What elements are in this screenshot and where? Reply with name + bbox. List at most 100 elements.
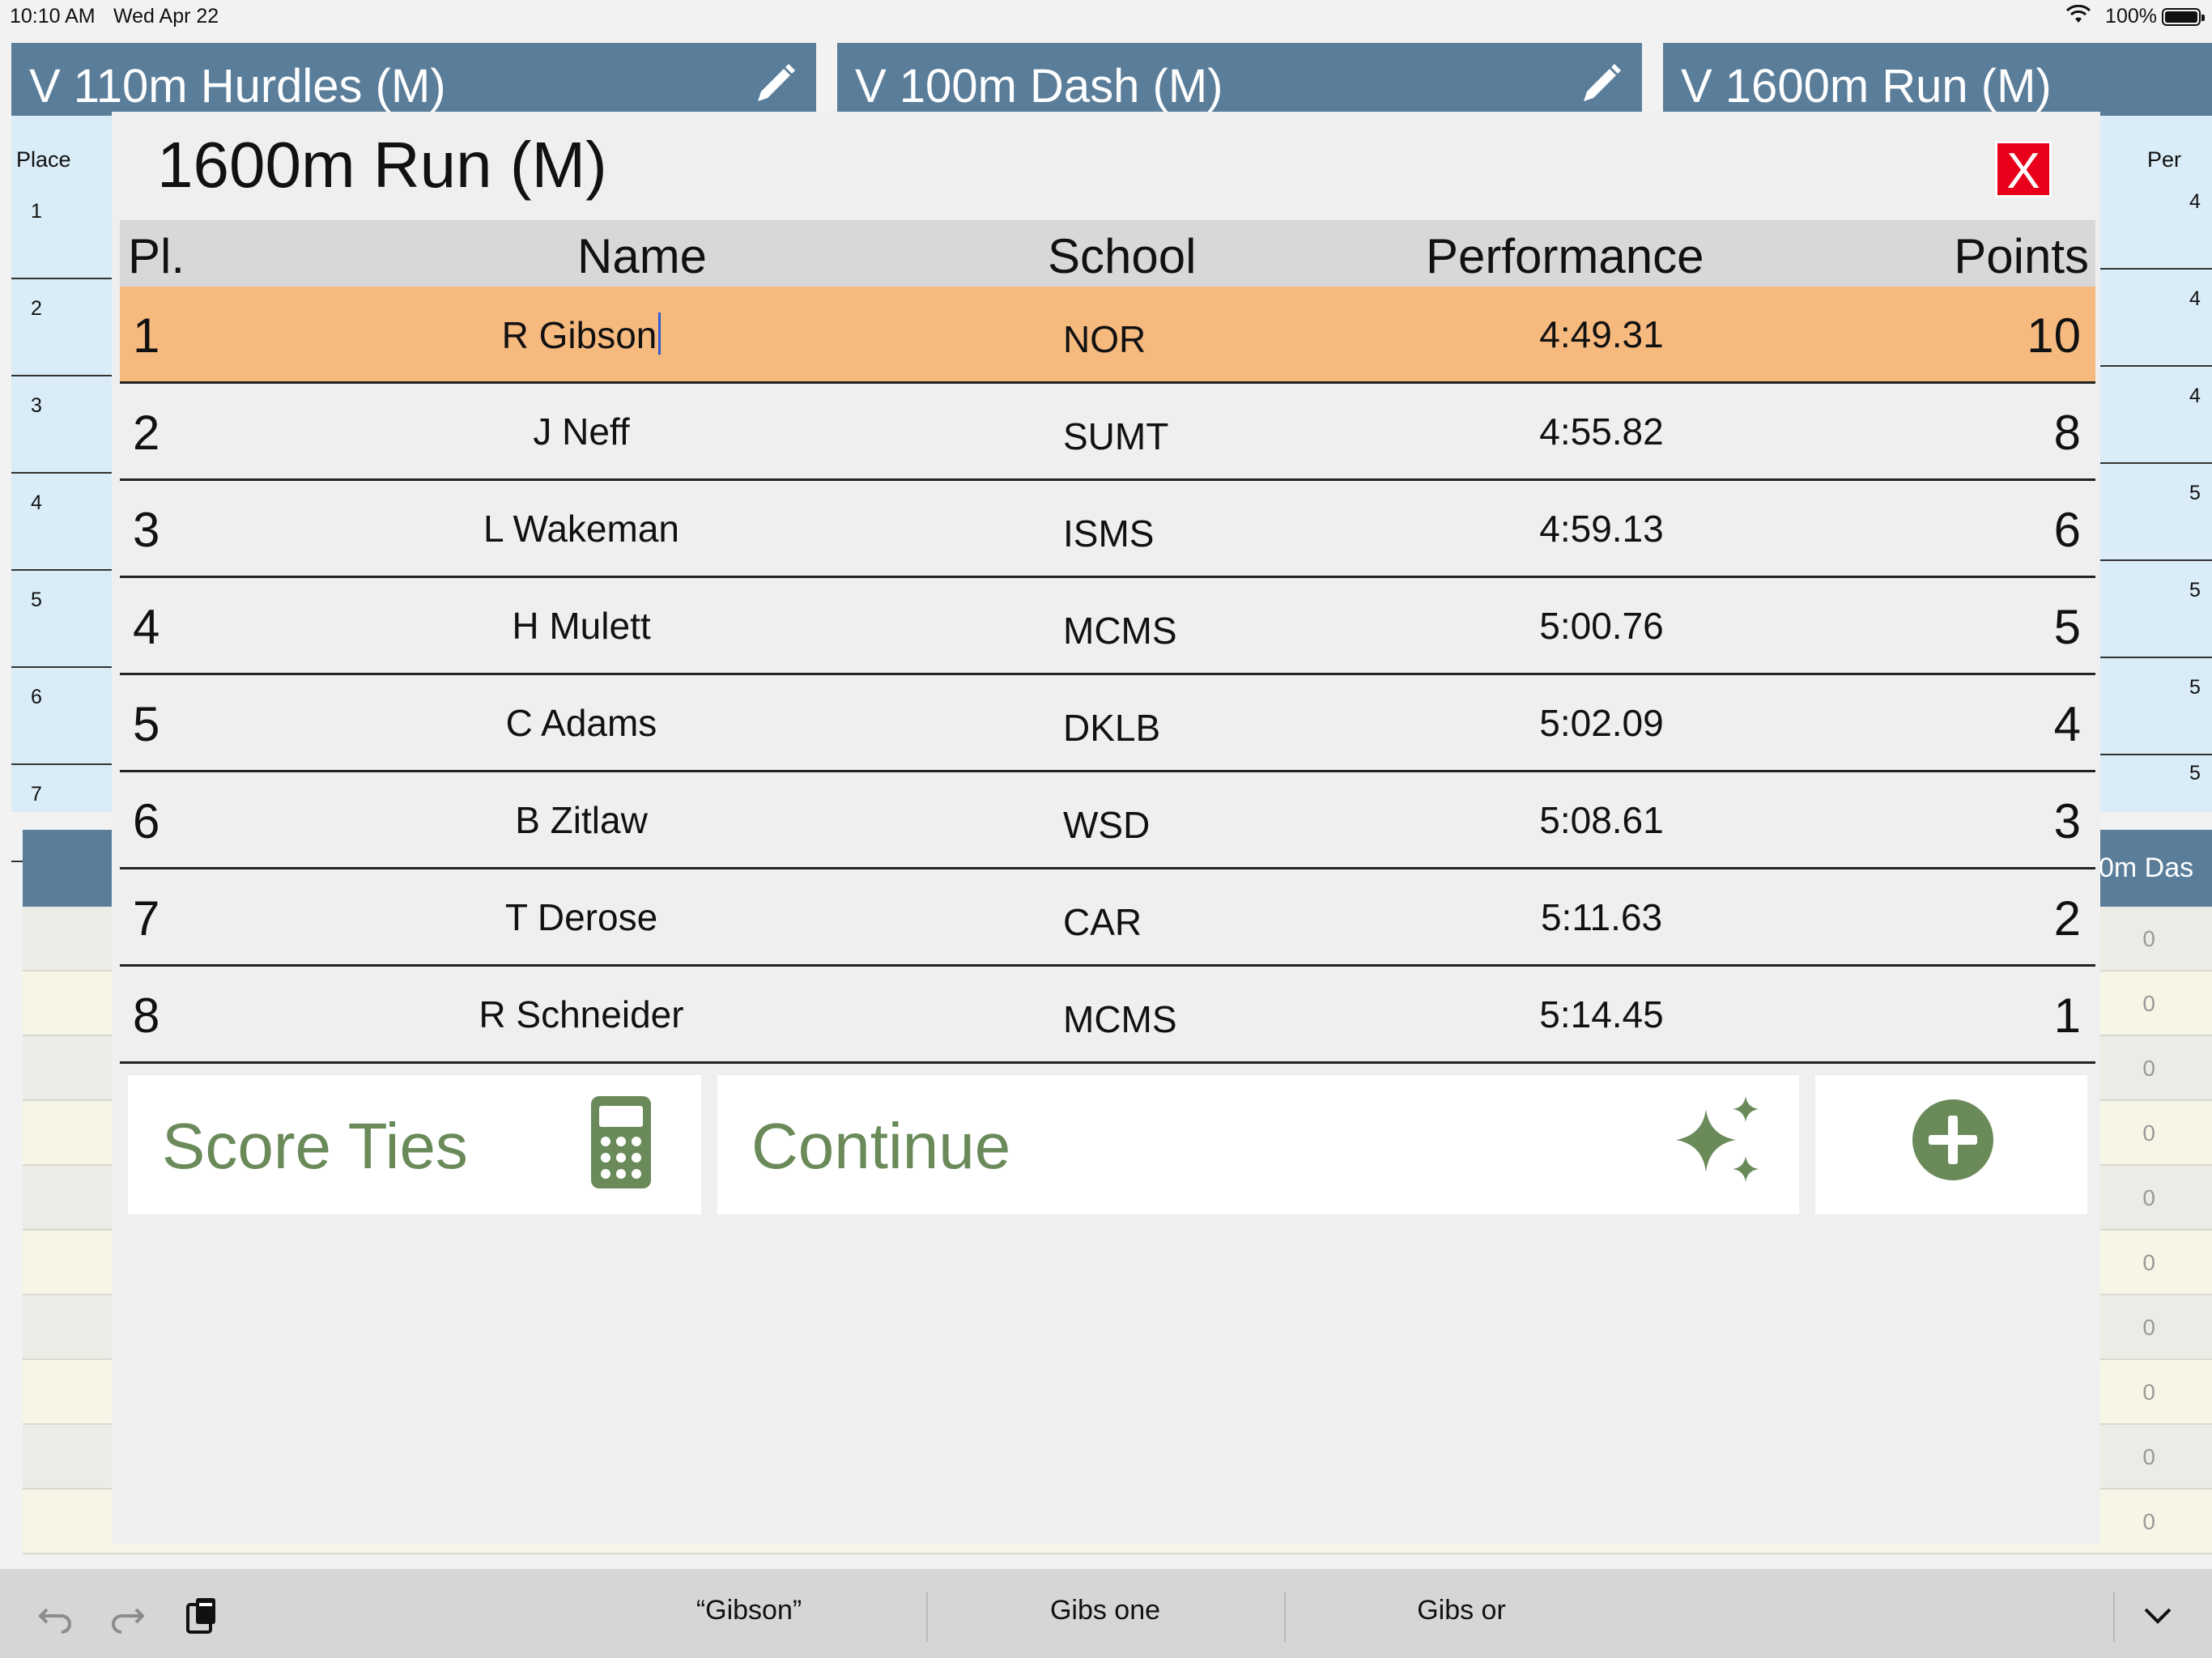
battery-icon xyxy=(2162,8,2205,26)
column-header-name: Name xyxy=(577,229,708,283)
row-performance[interactable]: 4:55.82 xyxy=(1456,410,1747,453)
row-school[interactable]: WSD xyxy=(1063,803,1150,847)
row-name-input[interactable]: R Gibson xyxy=(428,312,735,357)
event-panel-header[interactable]: V 100m Dash (M) xyxy=(837,43,1642,116)
row-name: R Gibson xyxy=(501,314,657,356)
scores-grid-header-label: 0m Das xyxy=(2099,852,2194,883)
column-header-place: Pl. xyxy=(128,229,185,283)
row-name[interactable]: T Derose xyxy=(428,895,735,939)
row-school[interactable]: ISMS xyxy=(1063,512,1154,555)
row-points[interactable]: 2 xyxy=(2054,891,2081,946)
performance-cell: 5 xyxy=(2189,762,2201,784)
row-place: 4 xyxy=(133,600,160,654)
row-name[interactable]: J Neff xyxy=(428,410,735,453)
suggestion-2[interactable]: Gibs one xyxy=(988,1595,1223,1626)
row-performance[interactable]: 5:11.63 xyxy=(1456,895,1747,939)
table-row[interactable]: 7 T Derose CAR 5:11.63 2 xyxy=(120,869,2095,967)
row-points[interactable]: 3 xyxy=(2054,793,2081,849)
suggestion-divider xyxy=(926,1592,928,1642)
suggestion-divider xyxy=(1284,1592,1286,1642)
row-place: 3 xyxy=(133,503,160,557)
suggestion-1[interactable]: “Gibson” xyxy=(648,1595,850,1626)
performance-cell: 4 xyxy=(2100,367,2212,464)
grid-value: 0 xyxy=(2142,926,2155,951)
table-row[interactable]: 6 B Zitlaw WSD 5:08.61 3 xyxy=(120,772,2095,869)
row-performance[interactable]: 5:14.45 xyxy=(1456,993,1747,1036)
row-performance[interactable]: 4:59.13 xyxy=(1456,507,1747,551)
row-points[interactable]: 6 xyxy=(2054,502,2081,558)
table-row[interactable]: 1 R Gibson NOR 4:49.31 10 xyxy=(120,287,2095,384)
pencil-icon[interactable] xyxy=(1577,62,1623,108)
status-time: 10:10 AM xyxy=(10,5,96,28)
event-panel-title: V 100m Dash (M) xyxy=(855,60,1223,113)
row-performance[interactable]: 4:49.31 xyxy=(1456,312,1747,356)
score-ties-label: Score Ties xyxy=(162,1110,468,1182)
table-row[interactable]: 5 C Adams DKLB 5:02.09 4 xyxy=(120,675,2095,772)
score-ties-button[interactable]: Score Ties xyxy=(128,1075,701,1214)
row-school[interactable]: NOR xyxy=(1063,317,1146,361)
suggestion-3[interactable]: Gibs or xyxy=(1344,1595,1579,1626)
row-place: 1 xyxy=(133,308,160,363)
row-name[interactable]: L Wakeman xyxy=(428,507,735,551)
row-points[interactable]: 8 xyxy=(2054,405,2081,461)
add-button[interactable] xyxy=(1815,1075,2087,1214)
close-button[interactable]: X xyxy=(1995,141,2052,199)
wifi-icon xyxy=(2065,4,2091,30)
results-modal: 1600m Run (M) X Pl. Name School Performa… xyxy=(112,112,2100,1545)
table-row[interactable]: 3 L Wakeman ISMS 4:59.13 6 xyxy=(120,481,2095,578)
performance-cell: 4 xyxy=(2100,172,2212,270)
row-performance[interactable]: 5:08.61 xyxy=(1456,798,1747,842)
text-caret xyxy=(658,312,661,355)
battery-percent: 100% xyxy=(2105,5,2157,28)
plus-circle-icon xyxy=(1912,1099,1993,1180)
undo-icon[interactable] xyxy=(36,1595,76,1635)
sparkles-icon xyxy=(1676,1096,1759,1182)
pencil-icon[interactable] xyxy=(751,62,797,108)
keyboard-suggestion-bar: “Gibson” Gibs one Gibs or xyxy=(0,1569,2212,1658)
performance-cell: 5 xyxy=(2100,658,2212,755)
row-school[interactable]: SUMT xyxy=(1063,414,1168,458)
grid-value: 0 xyxy=(2142,1056,2155,1081)
row-school[interactable]: MCMS xyxy=(1063,997,1177,1041)
paste-icon[interactable] xyxy=(181,1595,222,1635)
row-place: 6 xyxy=(133,794,160,848)
row-name[interactable]: H Mulett xyxy=(428,604,735,648)
row-school[interactable]: MCMS xyxy=(1063,609,1177,653)
place-cell: 3 xyxy=(11,376,112,474)
grid-value: 0 xyxy=(2142,1185,2155,1210)
table-row[interactable]: 8 R Schneider MCMS 5:14.45 1 xyxy=(120,967,2095,1064)
status-bar: 10:10 AM Wed Apr 22 100% xyxy=(0,0,2212,34)
redo-icon[interactable] xyxy=(107,1595,147,1635)
column-header-points: Points xyxy=(1954,229,2089,283)
performance-column: Per 4 4 4 5 5 5 5 xyxy=(2100,138,2212,788)
performance-cell: 5 xyxy=(2100,464,2212,561)
row-place: 7 xyxy=(133,891,160,946)
performance-column-header: Per xyxy=(2147,147,2182,172)
row-performance[interactable]: 5:00.76 xyxy=(1456,604,1747,648)
row-performance[interactable]: 5:02.09 xyxy=(1456,701,1747,745)
place-cell: 4 xyxy=(11,474,112,571)
row-name[interactable]: B Zitlaw xyxy=(428,798,735,842)
event-panel-header[interactable]: V 1600m Run (M) xyxy=(1663,43,2212,116)
calculator-icon xyxy=(591,1096,651,1188)
event-panel-title: V 110m Hurdles (M) xyxy=(29,60,446,113)
row-points[interactable]: 1 xyxy=(2054,988,2081,1044)
table-row[interactable]: 2 J Neff SUMT 4:55.82 8 xyxy=(120,384,2095,481)
table-row[interactable]: 4 H Mulett MCMS 5:00.76 5 xyxy=(120,578,2095,675)
grid-value: 0 xyxy=(2142,1444,2155,1469)
place-column-header: Place xyxy=(16,147,71,172)
row-points[interactable]: 4 xyxy=(2054,696,2081,752)
continue-button[interactable]: Continue xyxy=(717,1075,1799,1214)
place-cell: 2 xyxy=(11,279,112,376)
row-name[interactable]: C Adams xyxy=(428,701,735,745)
row-school[interactable]: CAR xyxy=(1063,900,1142,944)
suggestion-divider xyxy=(2113,1592,2115,1642)
event-panel-header[interactable]: V 110m Hurdles (M) xyxy=(11,43,816,116)
row-points[interactable]: 5 xyxy=(2054,599,2081,655)
place-cell: 1 xyxy=(11,182,112,279)
row-school[interactable]: DKLB xyxy=(1063,706,1160,750)
row-points[interactable]: 10 xyxy=(2027,308,2081,363)
chevron-down-icon[interactable] xyxy=(2138,1595,2178,1635)
row-name[interactable]: R Schneider xyxy=(428,993,735,1036)
grid-value: 0 xyxy=(2142,991,2155,1016)
